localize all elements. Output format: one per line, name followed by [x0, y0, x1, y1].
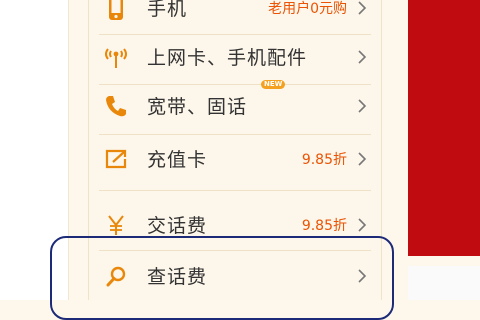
menu-item-check-bill[interactable]: 查话费	[89, 250, 381, 302]
new-badge: NEW	[261, 80, 286, 89]
category-menu: 手机 老用户0元购 上网卡、手机配件 宽带、固话 NEW 充值卡 9.85折 交…	[88, 0, 382, 300]
chevron-right-icon	[358, 50, 367, 64]
chevron-right-icon	[358, 1, 367, 15]
phone-icon	[103, 0, 129, 21]
menu-item-broadband[interactable]: 宽带、固话 NEW	[89, 80, 381, 132]
chevron-right-icon	[358, 269, 367, 283]
handset-icon	[103, 93, 129, 119]
chevron-right-icon	[358, 152, 367, 166]
menu-item-data-card[interactable]: 上网卡、手机配件	[89, 31, 381, 83]
promo-banner[interactable]	[408, 0, 480, 256]
menu-item-label: 充值卡	[147, 148, 208, 171]
menu-item-phone[interactable]: 手机 老用户0元购	[89, 0, 381, 34]
menu-item-label: 宽带、固话	[147, 95, 248, 118]
left-page-strip	[0, 0, 69, 300]
promo-text[interactable]: 9.85折	[302, 215, 347, 235]
chevron-right-icon	[358, 99, 367, 113]
menu-item-label: 查话费	[147, 265, 208, 288]
yen-icon	[103, 212, 129, 238]
menu-item-label: 交话费	[147, 214, 208, 237]
divider	[99, 190, 371, 191]
chevron-right-icon	[358, 218, 367, 232]
banner-footer	[408, 266, 480, 300]
promo-text[interactable]: 9.85折	[302, 149, 347, 169]
promo-text[interactable]: 老用户0元购	[268, 0, 347, 18]
menu-item-pay-bill[interactable]: 交话费 9.85折	[89, 199, 381, 251]
antenna-icon	[103, 44, 129, 70]
recharge-card-icon	[103, 146, 129, 172]
menu-item-label: 上网卡、手机配件	[147, 46, 308, 69]
search-icon	[103, 263, 129, 289]
menu-item-label: 手机	[147, 0, 188, 20]
menu-item-recharge-card[interactable]: 充值卡 9.85折	[89, 133, 381, 185]
